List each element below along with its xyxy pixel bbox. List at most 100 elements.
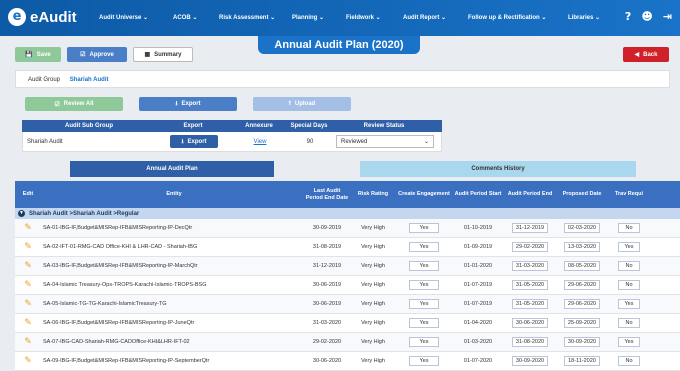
- proposed-date-cell-input[interactable]: 25-09-2020: [563, 318, 601, 328]
- pencil-icon[interactable]: ✎: [24, 223, 32, 233]
- edit-cell: ✎: [15, 280, 41, 290]
- travel-cell-input[interactable]: No: [618, 356, 640, 366]
- table-row: ✎ SA-09-IBG-IF,Budget&MISRep-IFB&MISRepor…: [15, 352, 680, 371]
- user-icon[interactable]: ☻: [641, 10, 652, 23]
- risk-cell: Very High: [361, 320, 385, 326]
- row-export-button[interactable]: ⭳ Export: [170, 135, 218, 148]
- travel-cell-input[interactable]: No: [618, 223, 640, 233]
- proposed-date-cell: 29-06-2020: [555, 299, 609, 309]
- tab-comments-history[interactable]: Comments History: [360, 161, 636, 177]
- period-start-cell: 01-07-2020: [463, 358, 493, 364]
- create-engagement-cell-input[interactable]: Yes: [409, 223, 439, 233]
- proposed-date-cell-input[interactable]: 30-09-2020: [563, 337, 601, 347]
- menu-follow-up[interactable]: Follow up & Rectification ⌄: [468, 14, 546, 21]
- create-engagement-cell-input[interactable]: Yes: [409, 280, 439, 290]
- col-audit-sub-group: Audit Sub Group: [65, 123, 113, 129]
- nav-icons: ? ☻ ⇥: [625, 10, 672, 23]
- proposed-date-cell-input[interactable]: 08-05-2020: [563, 261, 601, 271]
- tabs: Annual Audit Plan Comments History: [15, 161, 670, 177]
- proposed-date-cell-input[interactable]: 29-06-2020: [563, 299, 601, 309]
- period-end-cell-input[interactable]: 31-05-2020: [511, 299, 549, 309]
- menu-fieldwork[interactable]: Fieldwork ⌄: [346, 14, 381, 21]
- period-start-cell: 01-10-2019: [463, 225, 493, 231]
- create-engagement-cell-input[interactable]: Yes: [409, 356, 439, 366]
- review-all-button[interactable]: ☑ Review All: [25, 97, 123, 111]
- group-row[interactable]: ▼ Shariah Audit >Shariah Audit >Regular: [15, 208, 680, 219]
- export-cell: ⭳ Export: [153, 135, 235, 148]
- pencil-icon[interactable]: ✎: [24, 337, 32, 347]
- travel-cell: No: [609, 261, 649, 271]
- summary-button[interactable]: ▦ Summary: [133, 47, 193, 62]
- create-engagement-cell-input[interactable]: Yes: [409, 242, 439, 252]
- period-end-cell-input[interactable]: 30-06-2020: [511, 318, 549, 328]
- risk-cell: Very High: [361, 282, 385, 288]
- period-end-cell-input[interactable]: 31-05-2020: [511, 280, 549, 290]
- subgroup-name: Shariah Audit: [27, 138, 63, 145]
- pencil-icon[interactable]: ✎: [24, 318, 32, 328]
- annexure-view-link[interactable]: View: [254, 139, 267, 145]
- tab-annual-audit-plan[interactable]: Annual Audit Plan: [70, 161, 274, 177]
- review-status-value: Reviewed: [341, 138, 368, 145]
- menu-risk-assessment[interactable]: Risk Assessment ⌄: [219, 14, 275, 21]
- col-start: Audit Period Start: [454, 191, 502, 197]
- collapse-icon[interactable]: ▼: [18, 210, 25, 217]
- menu-acob[interactable]: ACOB ⌄: [173, 14, 197, 21]
- period-end-cell-input[interactable]: 30-09-2020: [511, 356, 549, 366]
- period-end-cell-input[interactable]: 31-03-2020: [511, 261, 549, 271]
- approve-label: Approve: [89, 51, 114, 58]
- annexure-cell: View: [235, 139, 285, 145]
- menu-planning[interactable]: Planning ⌄: [292, 14, 324, 21]
- app-logo[interactable]: e eAudit: [8, 8, 77, 26]
- table-icon: ▦: [144, 52, 151, 58]
- logout-icon[interactable]: ⇥: [663, 10, 672, 23]
- grid-header: Edit Entity Last Audit Period End Date R…: [15, 181, 680, 208]
- logo-icon: e: [8, 8, 26, 26]
- period-end-cell-input[interactable]: 29-02-2020: [511, 242, 549, 252]
- create-engagement-cell-input[interactable]: Yes: [409, 318, 439, 328]
- create-engagement-cell-input[interactable]: Yes: [409, 299, 439, 309]
- col-export: Export: [183, 123, 203, 129]
- travel-cell-input[interactable]: Yes: [618, 299, 640, 309]
- pencil-icon[interactable]: ✎: [24, 261, 32, 271]
- entity-cell: SA-01-IBG-IF,Budget&MISRep-IFB&MISReport…: [43, 225, 193, 231]
- approve-button[interactable]: ☑ Approve: [67, 47, 127, 62]
- proposed-date-cell-input[interactable]: 18-11-2020: [564, 356, 600, 366]
- pencil-icon[interactable]: ✎: [24, 280, 32, 290]
- travel-cell-input[interactable]: Yes: [618, 242, 640, 252]
- edit-cell: ✎: [15, 223, 41, 233]
- table-row: ✎ SA-02-IFT-01-RMG-CAD Office-KHI & LHR-C…: [15, 238, 680, 257]
- col-entity: Entity: [166, 191, 182, 197]
- travel-cell-input[interactable]: No: [618, 261, 640, 271]
- save-button[interactable]: 💾 Save: [15, 47, 61, 62]
- edit-cell: ✎: [15, 337, 41, 347]
- pencil-icon[interactable]: ✎: [24, 356, 32, 366]
- review-status-select[interactable]: Reviewed ⌄: [336, 135, 434, 148]
- table-row: ✎ SA-01-IBG-IF,Budget&MISRep-IFB&MISRepor…: [15, 219, 680, 238]
- upload-button[interactable]: ⭱ Upload: [253, 97, 351, 111]
- period-start-cell: 01-09-2019: [463, 244, 493, 250]
- travel-cell-input[interactable]: No: [618, 280, 640, 290]
- menu-audit-report[interactable]: Audit Report ⌄: [403, 14, 446, 21]
- export-button[interactable]: ⭳ Export: [139, 97, 237, 111]
- proposed-date-cell-input[interactable]: 02-03-2020: [563, 223, 601, 233]
- create-engagement-cell-input[interactable]: Yes: [409, 337, 439, 347]
- audit-group-value: Shariah Audit: [69, 77, 109, 83]
- proposed-date-cell-input[interactable]: 13-03-2020: [563, 242, 601, 252]
- brand-name: eAudit: [30, 8, 77, 26]
- back-button[interactable]: ◀ Back: [623, 47, 669, 62]
- create-engagement-cell: Yes: [397, 356, 451, 366]
- period-end-cell-input[interactable]: 31-12-2019: [511, 223, 549, 233]
- menu-libraries[interactable]: Libraries ⌄: [568, 14, 600, 21]
- create-engagement-cell-input[interactable]: Yes: [409, 261, 439, 271]
- proposed-date-cell-input[interactable]: 29-06-2020: [563, 280, 601, 290]
- menu-audit-universe[interactable]: Audit Universe ⌄: [99, 14, 148, 21]
- edit-cell: ✎: [15, 318, 41, 328]
- help-icon[interactable]: ?: [625, 10, 631, 23]
- travel-cell-input[interactable]: No: [618, 318, 640, 328]
- pencil-icon[interactable]: ✎: [24, 242, 32, 252]
- pencil-icon[interactable]: ✎: [24, 299, 32, 309]
- save-icon: 💾: [25, 52, 33, 58]
- travel-cell-input[interactable]: Yes: [618, 337, 640, 347]
- create-engagement-cell: Yes: [397, 318, 451, 328]
- period-end-cell-input[interactable]: 31-08-2020: [511, 337, 549, 347]
